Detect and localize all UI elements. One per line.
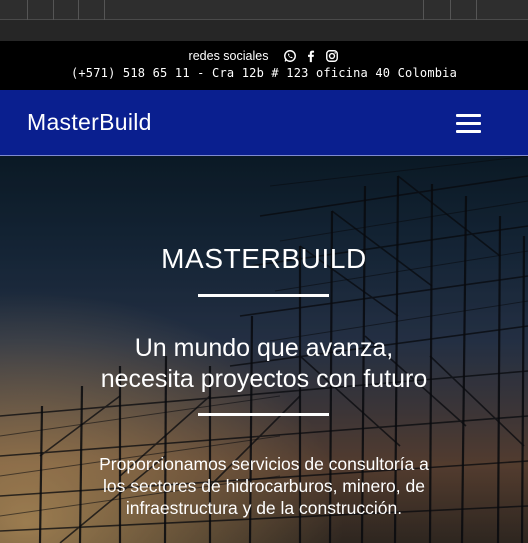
- chrome-strip: [0, 20, 528, 41]
- hero-title: MASTERBUILD: [161, 243, 367, 274]
- browser-chrome: [0, 0, 528, 41]
- navbar: MasterBuild: [0, 90, 528, 156]
- whatsapp-icon[interactable]: [283, 49, 297, 63]
- hero-section: MASTERBUILD Un mundo que avanza, necesit…: [0, 156, 528, 543]
- chrome-separator: [53, 0, 54, 20]
- social-label: redes sociales: [188, 49, 269, 63]
- hero-description-line: Proporcionamos servicios de consultoría …: [99, 454, 429, 474]
- facebook-icon[interactable]: [304, 49, 318, 63]
- hero-subtitle: Un mundo que avanza, necesita proyectos …: [0, 333, 528, 395]
- instagram-icon[interactable]: [325, 49, 339, 63]
- social-row: redes sociales: [0, 49, 528, 63]
- title-divider: [198, 294, 329, 297]
- chrome-separator: [78, 0, 79, 20]
- hero-description-line: infraestructura y de la construcción.: [125, 498, 403, 518]
- hero-description: Proporcionamos servicios de consultoría …: [0, 453, 528, 519]
- hero-description-line: los sectores de hidrocarburos, minero, d…: [103, 476, 425, 496]
- chrome-separator: [450, 0, 451, 20]
- chrome-separator: [104, 0, 105, 20]
- brand-logo-text[interactable]: MasterBuild: [27, 109, 152, 136]
- chrome-separator: [27, 0, 28, 20]
- top-info-bar: redes sociales (+571) 518 65 11 - Cra 12…: [0, 41, 528, 90]
- contact-info: (+571) 518 65 11 - Cra 12b # 123 oficina…: [70, 66, 458, 80]
- chrome-separator: [476, 0, 477, 20]
- hero-subtitle-line: Un mundo que avanza,: [134, 334, 394, 362]
- subtitle-divider: [198, 413, 329, 416]
- hamburger-menu-icon[interactable]: [456, 112, 482, 134]
- chrome-tab-row: [0, 0, 528, 20]
- hero-subtitle-line: necesita proyectos con futuro: [100, 365, 428, 393]
- chrome-separator: [423, 0, 424, 20]
